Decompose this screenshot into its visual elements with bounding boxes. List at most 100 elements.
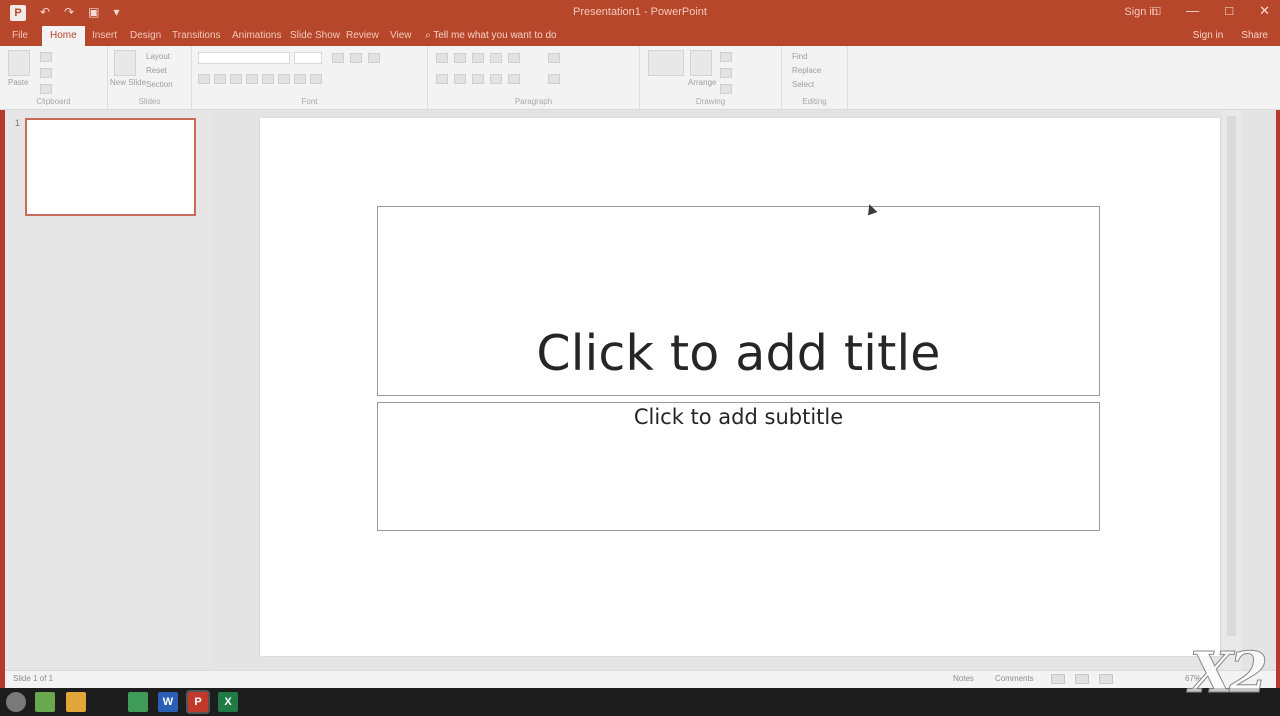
subtitle-placeholder-text: Click to add subtitle: [633, 405, 844, 429]
taskbar: W P X: [0, 688, 1280, 716]
line-spacing-icon[interactable]: [508, 53, 520, 63]
tab-file[interactable]: File: [12, 30, 28, 41]
paragraph-group: Paragraph: [428, 46, 640, 110]
slide-number: 1: [15, 118, 21, 128]
tab-animations[interactable]: Animations: [232, 30, 281, 41]
normal-view-icon[interactable]: [1051, 674, 1065, 684]
new-slide-button[interactable]: [114, 50, 136, 76]
maximize-icon[interactable]: □: [1225, 3, 1233, 19]
scrollbar-thumb[interactable]: [1227, 116, 1236, 636]
decrease-font-icon[interactable]: [350, 53, 362, 63]
align-left-icon[interactable]: [436, 74, 448, 84]
tab-design[interactable]: Design: [130, 30, 161, 41]
editing-group: Find Replace Select Editing: [782, 46, 848, 110]
tab-view[interactable]: View: [390, 30, 412, 41]
ribbon-tabs: File Home Insert Design Transitions Anim…: [0, 26, 1280, 46]
status-bar: Slide 1 of 1 Notes Comments 67%: [5, 670, 1276, 688]
reading-view-icon[interactable]: [1099, 674, 1113, 684]
ribbon-sign-in-link[interactable]: Sign in: [1193, 30, 1224, 41]
justify-icon[interactable]: [490, 74, 502, 84]
find-button[interactable]: Find: [792, 52, 808, 61]
minimize-icon[interactable]: —: [1186, 3, 1199, 19]
share-button[interactable]: Share: [1241, 30, 1268, 41]
comments-button[interactable]: Comments: [995, 674, 1034, 683]
numbering-icon[interactable]: [454, 53, 466, 63]
strikethrough-icon[interactable]: [246, 74, 258, 84]
font-group: Font: [192, 46, 428, 110]
files-app-icon[interactable]: [35, 692, 55, 712]
format-painter-icon[interactable]: [40, 84, 52, 94]
slides-group-label: Slides: [138, 97, 161, 106]
title-placeholder[interactable]: Click to add title: [377, 206, 1100, 396]
bold-icon[interactable]: [198, 74, 210, 84]
tab-review[interactable]: Review: [346, 30, 379, 41]
shape-fill-icon[interactable]: [720, 52, 732, 62]
tell-me-search[interactable]: ⌕ Tell me what you want to do: [425, 30, 557, 41]
editing-group-label: Editing: [802, 97, 827, 106]
shadow-icon[interactable]: [262, 74, 274, 84]
tab-home[interactable]: Home: [42, 26, 85, 46]
align-right-icon[interactable]: [472, 74, 484, 84]
replace-button[interactable]: Replace: [792, 66, 821, 75]
decrease-indent-icon[interactable]: [472, 53, 484, 63]
slide-thumbnail[interactable]: [25, 118, 196, 216]
paste-label: Paste: [8, 78, 29, 87]
new-slide-label: New Slide: [110, 78, 147, 87]
clipboard-group-label: Clipboard: [36, 97, 71, 106]
paragraph-group-label: Paragraph: [514, 97, 553, 106]
close-icon[interactable]: ✕: [1259, 3, 1270, 19]
subtitle-placeholder[interactable]: Click to add subtitle: [377, 402, 1100, 531]
ribbon: Paste Clipboard New Slide Layout Reset S…: [0, 46, 1280, 110]
shape-effects-icon[interactable]: [720, 84, 732, 94]
window-controls: □ — □ ✕: [1152, 3, 1270, 19]
file-explorer-icon[interactable]: [66, 692, 86, 712]
italic-icon[interactable]: [214, 74, 226, 84]
font-size-select[interactable]: [294, 52, 322, 64]
excel-app-icon[interactable]: X: [218, 692, 238, 712]
word-app-icon[interactable]: W: [158, 692, 178, 712]
align-center-icon[interactable]: [454, 74, 466, 84]
change-case-icon[interactable]: [294, 74, 306, 84]
paste-button[interactable]: [8, 50, 30, 76]
cut-icon[interactable]: [40, 52, 52, 62]
start-menu-icon[interactable]: [6, 692, 26, 712]
arrange-button[interactable]: [690, 50, 712, 76]
underline-icon[interactable]: [230, 74, 242, 84]
drawing-group: Arrange Drawing: [640, 46, 782, 110]
increase-font-icon[interactable]: [332, 53, 344, 63]
select-button[interactable]: Select: [792, 80, 814, 89]
align-text-icon[interactable]: [548, 74, 560, 84]
increase-indent-icon[interactable]: [490, 53, 502, 63]
slide-count-status: Slide 1 of 1: [13, 674, 54, 683]
slide-sorter-icon[interactable]: [1075, 674, 1089, 684]
layout-button[interactable]: Layout: [146, 52, 170, 61]
slide-thumbnail-pane: 1: [5, 110, 210, 670]
section-button[interactable]: Section: [146, 80, 173, 89]
slides-group: New Slide Layout Reset Section Slides: [108, 46, 192, 110]
reset-button[interactable]: Reset: [146, 66, 167, 75]
arrange-label: Arrange: [688, 78, 717, 87]
shapes-gallery[interactable]: [648, 50, 684, 76]
watermark-logo: X2: [1189, 640, 1268, 707]
character-spacing-icon[interactable]: [278, 74, 290, 84]
columns-icon[interactable]: [508, 74, 520, 84]
tab-slide-show[interactable]: Slide Show: [290, 30, 340, 41]
view-buttons: [1051, 674, 1113, 684]
font-family-select[interactable]: [198, 52, 290, 64]
font-color-icon[interactable]: [310, 74, 322, 84]
title-bar: P ↶ ↷ ▣ ▾ Presentation1 - PowerPoint Sig…: [0, 0, 1280, 26]
bullets-icon[interactable]: [436, 53, 448, 63]
notes-button[interactable]: Notes: [953, 674, 974, 683]
ribbon-display-options-icon[interactable]: □: [1152, 3, 1160, 19]
copy-icon[interactable]: [40, 68, 52, 78]
clear-formatting-icon[interactable]: [368, 53, 380, 63]
vertical-scrollbar[interactable]: [1222, 110, 1242, 670]
tab-transitions[interactable]: Transitions: [172, 30, 221, 41]
slide-canvas[interactable]: Click to add title Click to add subtitle: [260, 118, 1220, 656]
tab-insert[interactable]: Insert: [92, 30, 117, 41]
powerpoint-app-icon[interactable]: P: [188, 692, 208, 712]
shape-outline-icon[interactable]: [720, 68, 732, 78]
text-direction-icon[interactable]: [548, 53, 560, 63]
slide-editing-area: Click to add title Click to add subtitle: [210, 110, 1276, 670]
spreadsheet-app-icon[interactable]: [128, 692, 148, 712]
